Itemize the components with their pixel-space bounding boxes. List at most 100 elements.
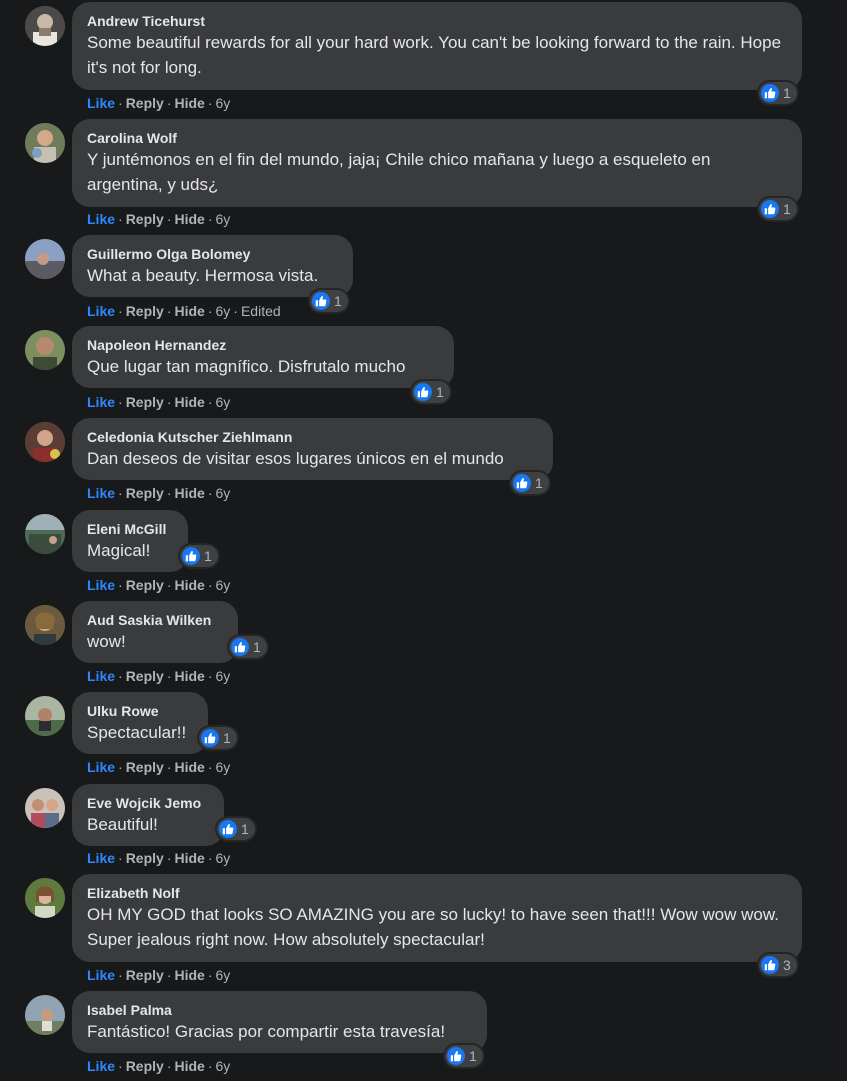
like-link[interactable]: Like [87, 967, 115, 983]
avatar[interactable] [25, 605, 65, 645]
like-thumb-icon [761, 956, 779, 974]
comment-author[interactable]: Ulku Rowe [87, 702, 193, 720]
comment-bubble: Aud Saskia Wilken wow! [72, 601, 238, 663]
avatar-photo [25, 878, 65, 918]
comment-timestamp[interactable]: 6y [216, 394, 231, 410]
like-link[interactable]: Like [87, 303, 115, 319]
reaction-badge[interactable]: 1 [310, 290, 348, 312]
separator-dot: · [118, 485, 123, 501]
separator-dot: · [166, 668, 172, 684]
comment-author[interactable]: Eleni McGill [87, 520, 173, 538]
like-link[interactable]: Like [87, 759, 115, 775]
avatar-photo [25, 696, 65, 736]
comment-author[interactable]: Napoleon Hernandez [87, 336, 439, 354]
comment-author[interactable]: Elizabeth Nolf [87, 884, 787, 902]
like-thumb-icon [761, 84, 779, 102]
avatar[interactable] [25, 239, 65, 279]
comment-actions: Like · Reply · Hide · 6y [87, 484, 230, 502]
reply-link[interactable]: Reply [126, 95, 164, 111]
avatar-photo [25, 605, 65, 645]
edited-label[interactable]: Edited [241, 303, 281, 319]
comment: Celedonia Kutscher Ziehlmann Dan deseos … [0, 418, 847, 505]
separator-dot: · [166, 577, 172, 593]
reply-link[interactable]: Reply [126, 668, 164, 684]
comment-author[interactable]: Andrew Ticehurst [87, 12, 787, 30]
avatar[interactable] [25, 878, 65, 918]
comment-timestamp[interactable]: 6y [216, 668, 231, 684]
comment-author[interactable]: Guillermo Olga Bolomey [87, 245, 338, 263]
hide-link[interactable]: Hide [174, 95, 204, 111]
comment-timestamp[interactable]: 6y [216, 759, 231, 775]
like-link[interactable]: Like [87, 95, 115, 111]
reaction-badge[interactable]: 1 [199, 727, 237, 749]
reply-link[interactable]: Reply [126, 303, 164, 319]
comment-timestamp[interactable]: 6y [216, 485, 231, 501]
avatar-photo [25, 422, 65, 462]
hide-link[interactable]: Hide [174, 668, 204, 684]
hide-link[interactable]: Hide [174, 577, 204, 593]
comment-timestamp[interactable]: 6y [216, 850, 231, 866]
like-link[interactable]: Like [87, 211, 115, 227]
like-link[interactable]: Like [87, 668, 115, 684]
like-link[interactable]: Like [87, 850, 115, 866]
comment-author[interactable]: Eve Wojcik Jemo [87, 794, 209, 812]
like-link[interactable]: Like [87, 1058, 115, 1074]
reply-link[interactable]: Reply [126, 1058, 164, 1074]
hide-link[interactable]: Hide [174, 967, 204, 983]
hide-link[interactable]: Hide [174, 211, 204, 227]
hide-link[interactable]: Hide [174, 759, 204, 775]
reaction-badge[interactable]: 1 [412, 381, 450, 403]
avatar[interactable] [25, 123, 65, 163]
comments-list: Andrew Ticehurst Some beautiful rewards … [0, 0, 847, 1081]
avatar[interactable] [25, 788, 65, 828]
avatar[interactable] [25, 330, 65, 370]
avatar[interactable] [25, 995, 65, 1035]
comment: Ulku Rowe Spectacular!! 1 Like · Reply · Hid… [0, 692, 847, 779]
comment-timestamp[interactable]: 6y [216, 1058, 231, 1074]
reaction-badge[interactable]: 1 [229, 636, 267, 658]
hide-link[interactable]: Hide [174, 1058, 204, 1074]
avatar[interactable] [25, 6, 65, 46]
comment-timestamp[interactable]: 6y [216, 967, 231, 983]
comment-timestamp[interactable]: 6y [216, 95, 231, 111]
hide-link[interactable]: Hide [174, 850, 204, 866]
like-thumb-icon [447, 1047, 465, 1065]
avatar[interactable] [25, 514, 65, 554]
reaction-badge[interactable]: 1 [759, 198, 797, 220]
avatar[interactable] [25, 422, 65, 462]
avatar[interactable] [25, 696, 65, 736]
like-link[interactable]: Like [87, 577, 115, 593]
reply-link[interactable]: Reply [126, 394, 164, 410]
hide-link[interactable]: Hide [174, 394, 204, 410]
comment-bubble: Eve Wojcik Jemo Beautiful! [72, 784, 224, 846]
comment-author[interactable]: Celedonia Kutscher Ziehlmann [87, 428, 538, 446]
hide-link[interactable]: Hide [174, 485, 204, 501]
comment-author[interactable]: Carolina Wolf [87, 129, 787, 147]
reply-link[interactable]: Reply [126, 485, 164, 501]
reaction-badge[interactable]: 3 [759, 954, 797, 976]
reply-link[interactable]: Reply [126, 850, 164, 866]
reaction-badge[interactable]: 1 [217, 818, 255, 840]
reaction-badge[interactable]: 1 [445, 1045, 483, 1067]
reply-link[interactable]: Reply [126, 577, 164, 593]
reply-link[interactable]: Reply [126, 211, 164, 227]
reaction-badge[interactable]: 1 [511, 472, 549, 494]
avatar-photo [25, 239, 65, 279]
comment-text: Beautiful! [87, 815, 158, 834]
like-link[interactable]: Like [87, 485, 115, 501]
like-link[interactable]: Like [87, 394, 115, 410]
hide-link[interactable]: Hide [174, 303, 204, 319]
comment-timestamp[interactable]: 6y [216, 577, 231, 593]
comment-timestamp[interactable]: 6y [216, 211, 231, 227]
reply-link[interactable]: Reply [126, 967, 164, 983]
avatar-photo [25, 514, 65, 554]
comment-author[interactable]: Isabel Palma [87, 1001, 472, 1019]
reaction-badge[interactable]: 1 [759, 82, 797, 104]
comment-author[interactable]: Aud Saskia Wilken [87, 611, 223, 629]
reaction-count: 1 [783, 85, 791, 101]
comment-timestamp[interactable]: 6y [216, 303, 231, 319]
comment-actions: Like · Reply · Hide · 6y [87, 1057, 230, 1075]
reaction-badge[interactable]: 1 [180, 545, 218, 567]
separator-dot: · [118, 577, 123, 593]
reply-link[interactable]: Reply [126, 759, 164, 775]
